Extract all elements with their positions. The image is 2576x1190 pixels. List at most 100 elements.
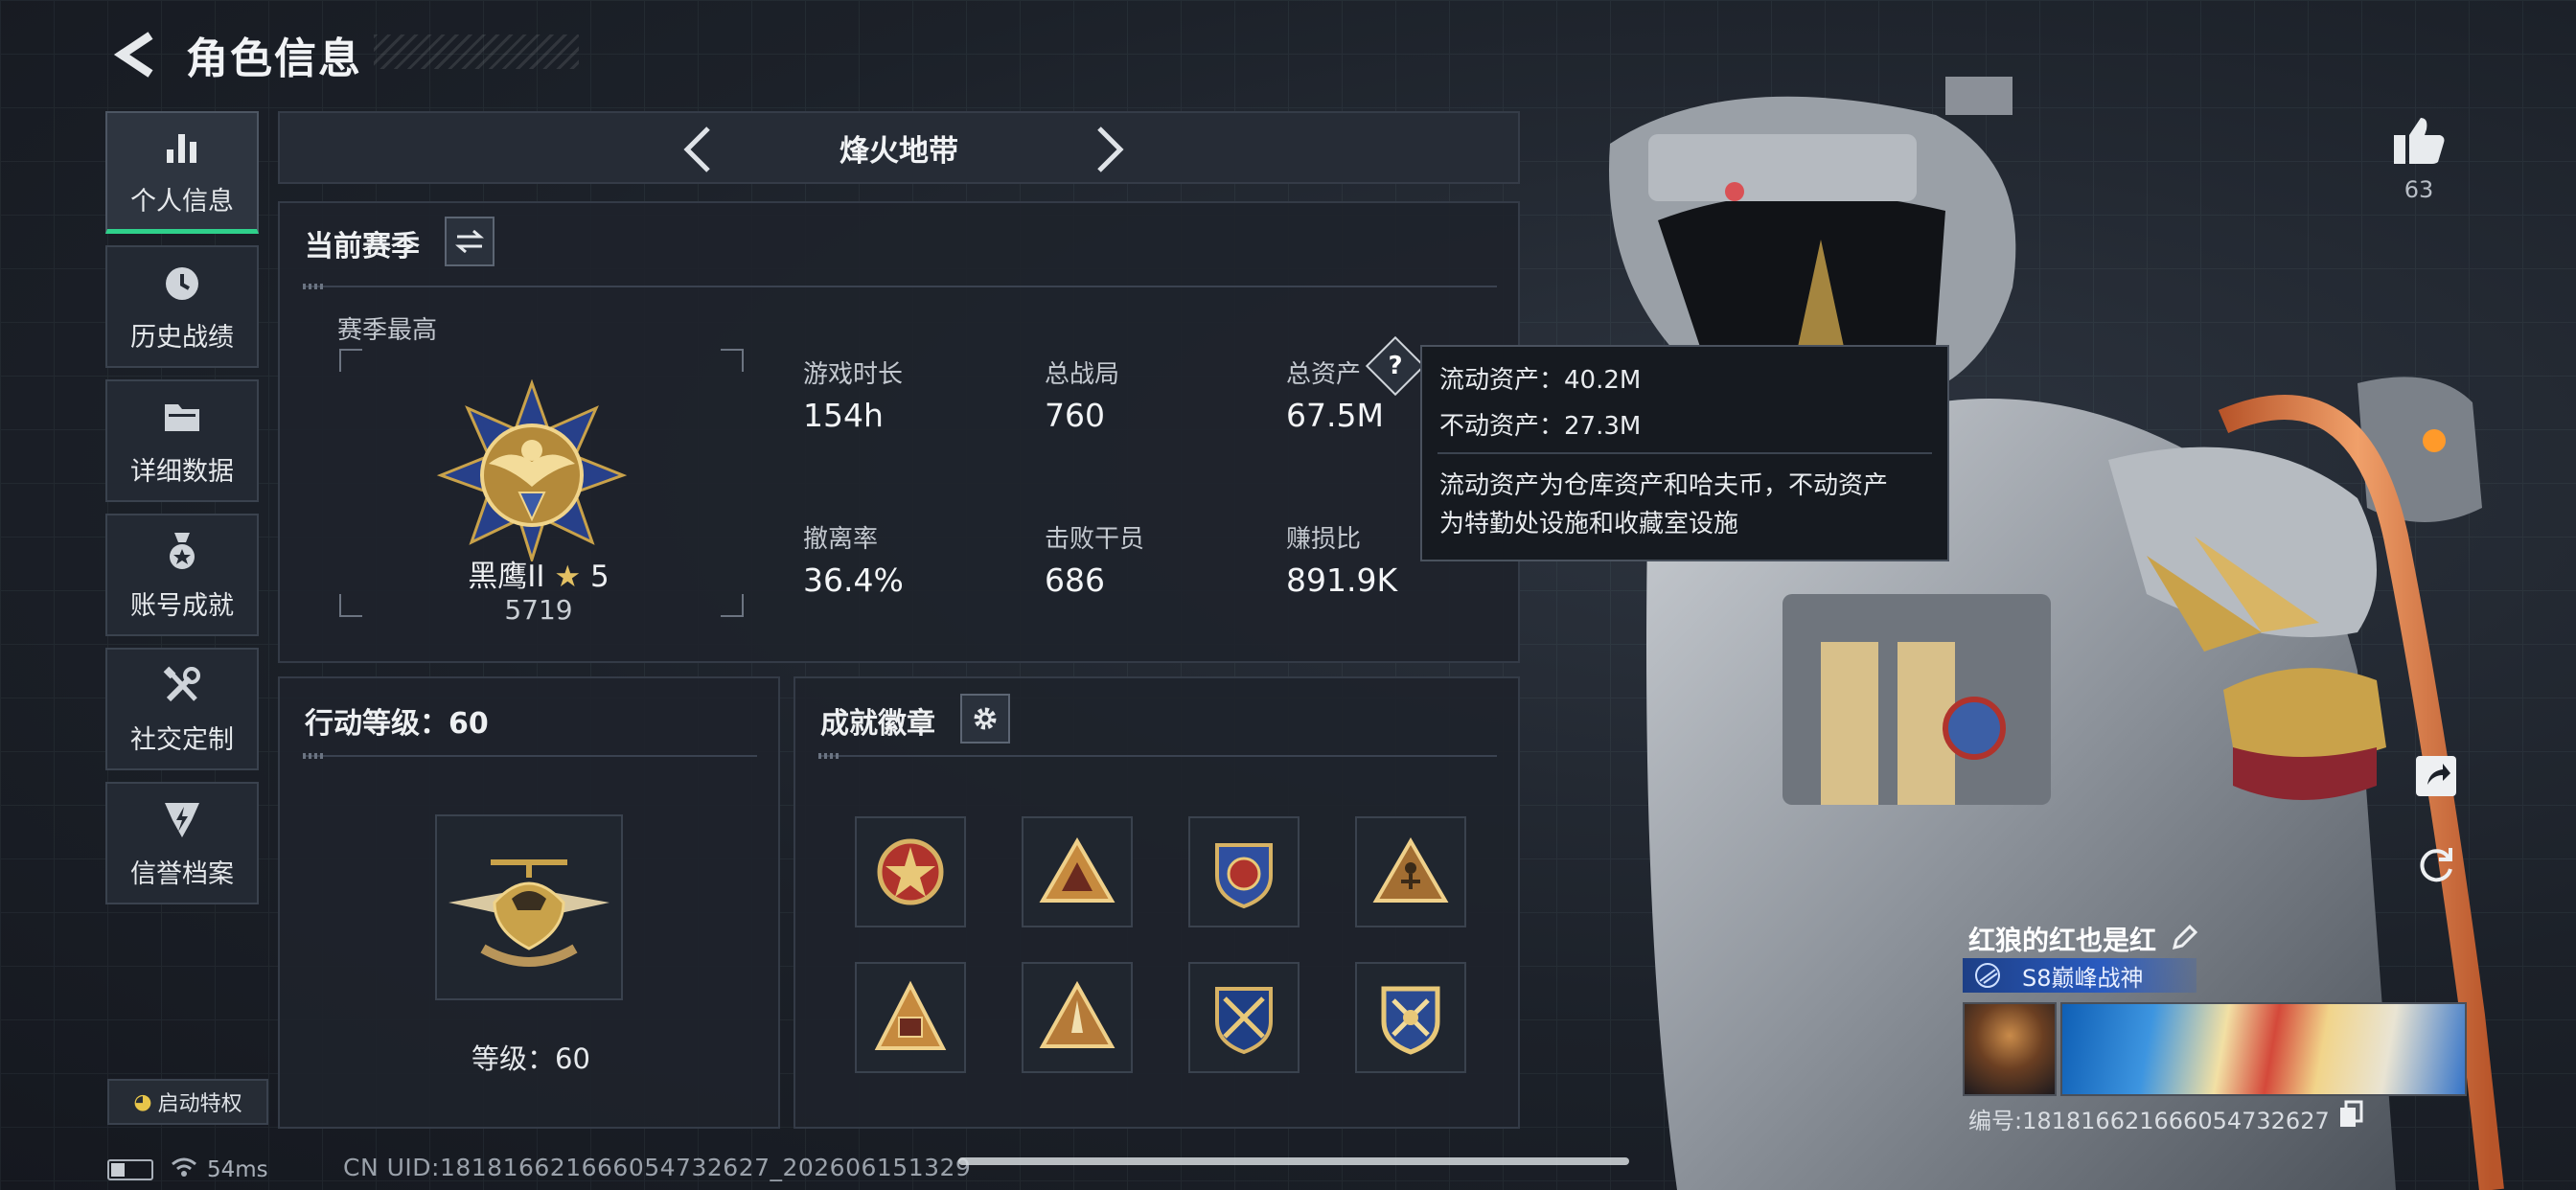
action-level-panel: 行动等级：60 等级：60	[278, 676, 780, 1129]
medal-icon	[159, 529, 205, 575]
rank-score: 5719	[504, 594, 573, 626]
sidebar-item-label: 社交定制	[130, 724, 234, 755]
badge-wing-shield[interactable]	[1188, 816, 1300, 927]
chevron-left-icon	[683, 126, 710, 172]
copy-id-button[interactable]	[2336, 1100, 2369, 1133]
badge-rocket[interactable]	[1022, 962, 1133, 1073]
asset-tooltip: 流动资产：40.2M 不动资产：27.3M 流动资产为仓库资产和哈夫币，不动资产…	[1420, 345, 1949, 561]
sidebar-item-achievements[interactable]: 账号成就	[105, 514, 259, 636]
badges-title: 成就徽章	[820, 707, 935, 741]
crossed-shield-badge-icon	[1215, 987, 1273, 1055]
tooltip-fixed: 不动资产：27.3M	[1439, 412, 1642, 441]
privilege-label: 启动特权	[157, 1092, 242, 1116]
stat-value: 67.5M	[1286, 397, 1384, 434]
frame-corner	[721, 349, 744, 372]
wing-shield-badge-icon	[1215, 843, 1273, 909]
sidebar-item-label: 个人信息	[130, 187, 234, 217]
tooltip-liquid: 流动资产：40.2M	[1439, 366, 1642, 395]
badge-pyramid[interactable]	[855, 962, 966, 1073]
asset-info-button[interactable]	[1365, 335, 1426, 397]
share-icon	[2416, 756, 2456, 796]
rocket-badge-icon	[1039, 980, 1116, 1048]
edit-name-button[interactable]	[2166, 918, 2204, 956]
sidebar-item-history[interactable]: 历史战绩	[105, 245, 259, 368]
rank-name: 黑鹰II	[468, 560, 545, 594]
pencil-icon	[2172, 924, 2198, 950]
like-button[interactable]	[2384, 105, 2453, 174]
start-privilege-button[interactable]: ◕ 启动特权	[107, 1079, 268, 1125]
mode-title: 烽火地带	[840, 133, 958, 169]
stat-label: 击败干员	[1045, 525, 1145, 554]
history-clock-icon	[159, 261, 205, 307]
helicopter-emblem-icon	[448, 859, 610, 967]
refresh-icon	[2420, 848, 2452, 882]
star-shield-badge-icon	[877, 838, 944, 905]
season-panel: 当前赛季 赛季最高 黑鹰II ★ 5 5719 游戏时长 154h 总战局 76…	[278, 201, 1520, 663]
climber-badge-icon	[1372, 837, 1449, 903]
tooltip-desc-2: 为特勤处设施和收藏室设施	[1439, 510, 1739, 538]
stat-value: 36.4%	[803, 561, 904, 599]
share-button[interactable]	[2405, 745, 2467, 807]
triangle-badge-icon	[1039, 837, 1116, 903]
mode-prev-button[interactable]	[669, 121, 726, 178]
avatar[interactable]	[1963, 1002, 2057, 1096]
tools-icon	[159, 663, 205, 709]
page-title: 角色信息	[186, 34, 362, 83]
player-title: S8巅峰战神	[2022, 964, 2144, 992]
stat-label: 总战局	[1045, 360, 1120, 389]
bar-chart-icon	[159, 125, 205, 171]
title-emblem-icon	[1975, 963, 2000, 988]
profile-banner	[2060, 1002, 2467, 1096]
sidebar-item-label: 历史战绩	[130, 322, 234, 353]
level-emblem-frame	[435, 814, 623, 1000]
rank-stars: 5	[590, 560, 610, 594]
crossed-shield-gold-badge-icon	[1381, 986, 1440, 1055]
tooltip-desc-1: 流动资产为仓库资产和哈夫币，不动资产	[1439, 471, 1889, 500]
player-title-bar: S8巅峰战神	[1963, 958, 2196, 993]
player-card: 红狼的红也是红 S8巅峰战神 编号:1818166216660547326​27	[1957, 910, 2471, 1138]
divider	[303, 753, 757, 759]
back-button[interactable]	[105, 26, 163, 83]
star-icon: ★	[554, 560, 582, 594]
swap-icon	[455, 229, 484, 254]
privilege-icon: ◕	[133, 1089, 152, 1114]
pyramid-badge-icon	[874, 980, 947, 1050]
sidebar-item-details[interactable]: 详细数据	[105, 379, 259, 502]
home-indicator[interactable]	[958, 1157, 1629, 1165]
mode-next-button[interactable]	[1081, 121, 1138, 178]
badge-settings-button[interactable]	[960, 694, 1010, 744]
sidebar-item-social[interactable]: 社交定制	[105, 648, 259, 770]
rotate-view-button[interactable]	[2405, 834, 2467, 895]
frame-corner	[339, 349, 362, 372]
folder-icon	[159, 395, 205, 441]
status-bar: 54ms	[107, 1156, 268, 1184]
stat-value: 686	[1045, 561, 1105, 599]
sidebar-item-personal-info[interactable]: 个人信息	[105, 111, 259, 234]
stat-label: 游戏时长	[803, 360, 904, 389]
badges-panel: 成就徽章	[794, 676, 1520, 1129]
divider	[303, 284, 1497, 289]
badge-crossed-shield[interactable]	[1188, 962, 1300, 1073]
rank-line: 黑鹰II ★ 5	[337, 552, 740, 595]
sidebar-item-reputation[interactable]: 信誉档案	[105, 782, 259, 904]
rank-emblem-icon	[436, 379, 628, 561]
switch-season-button[interactable]	[445, 217, 494, 266]
stat-label: 撤离率	[803, 525, 879, 554]
badge-triangle[interactable]	[1022, 816, 1133, 927]
player-name: 红狼的红也是红	[1968, 925, 2157, 956]
battery-icon	[107, 1159, 153, 1180]
copy-icon	[2340, 1100, 2363, 1127]
level-label: 等级：60	[472, 1042, 590, 1075]
badge-crossed-shield-gold[interactable]	[1355, 962, 1466, 1073]
sidebar-item-label: 账号成就	[130, 590, 234, 621]
latency: 54ms	[207, 1157, 268, 1182]
sidebar-item-label: 详细数据	[130, 456, 234, 487]
chevron-left-icon	[113, 32, 153, 78]
cn-uid: CN UID:1818166216660547326​27_2026061513…	[343, 1154, 972, 1181]
player-id: 编号:1818166216660547326​27	[1968, 1108, 2330, 1134]
badge-climber[interactable]	[1355, 816, 1466, 927]
tooltip-divider	[1438, 452, 1932, 454]
stat-value: 154h	[803, 397, 884, 434]
mode-selector: 烽火地带	[278, 111, 1520, 184]
badge-star-shield[interactable]	[855, 816, 966, 927]
